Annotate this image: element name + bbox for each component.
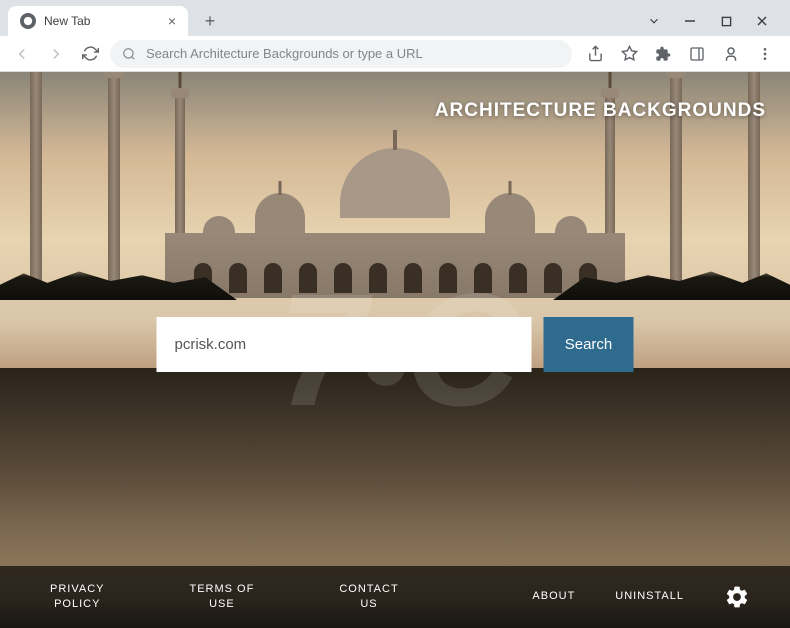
browser-tab[interactable]: New Tab × <box>8 6 188 36</box>
uninstall-link[interactable]: UNINSTALL <box>615 589 684 604</box>
reload-button[interactable] <box>76 40 104 68</box>
share-icon[interactable] <box>582 41 608 67</box>
close-window-icon[interactable] <box>752 11 772 31</box>
tab-favicon <box>20 13 36 29</box>
window-controls <box>644 11 782 31</box>
maximize-icon[interactable] <box>716 11 736 31</box>
chevron-down-icon[interactable] <box>644 11 664 31</box>
close-tab-icon[interactable]: × <box>168 13 176 29</box>
contact-us-link[interactable]: CONTACT US <box>339 582 398 613</box>
omnibox[interactable]: Search Architecture Backgrounds or type … <box>110 40 572 68</box>
forward-button[interactable] <box>42 40 70 68</box>
new-tab-button[interactable]: + <box>198 11 222 32</box>
brand-title: ARCHITECTURE BACKGROUNDS <box>435 100 766 122</box>
omnibox-placeholder: Search Architecture Backgrounds or type … <box>146 46 423 61</box>
tab-title: New Tab <box>44 14 90 28</box>
search-icon <box>122 47 136 61</box>
bookmark-icon[interactable] <box>616 41 642 67</box>
tab-bar: New Tab × + <box>0 0 790 36</box>
about-link[interactable]: ABOUT <box>532 589 575 604</box>
footer: PRIVACY POLICY TERMS OF USE CONTACT US A… <box>0 566 790 628</box>
search-button[interactable]: Search <box>544 317 634 372</box>
search-container: Search <box>157 317 634 372</box>
minimize-icon[interactable] <box>680 11 700 31</box>
browser-chrome: New Tab × + Search Architecture Backgrou… <box>0 0 790 72</box>
address-bar: Search Architecture Backgrounds or type … <box>0 36 790 72</box>
sidepanel-icon[interactable] <box>684 41 710 67</box>
terms-of-use-link[interactable]: TERMS OF USE <box>189 582 254 613</box>
profile-icon[interactable] <box>718 41 744 67</box>
settings-gear-icon[interactable] <box>724 584 750 610</box>
search-input[interactable] <box>157 317 532 372</box>
back-button[interactable] <box>8 40 36 68</box>
extensions-icon[interactable] <box>650 41 676 67</box>
page-content: 7●C ARCHITECTURE BACKGROUNDS Search PRIV… <box>0 72 790 628</box>
privacy-policy-link[interactable]: PRIVACY POLICY <box>50 582 104 613</box>
menu-icon[interactable] <box>752 41 778 67</box>
